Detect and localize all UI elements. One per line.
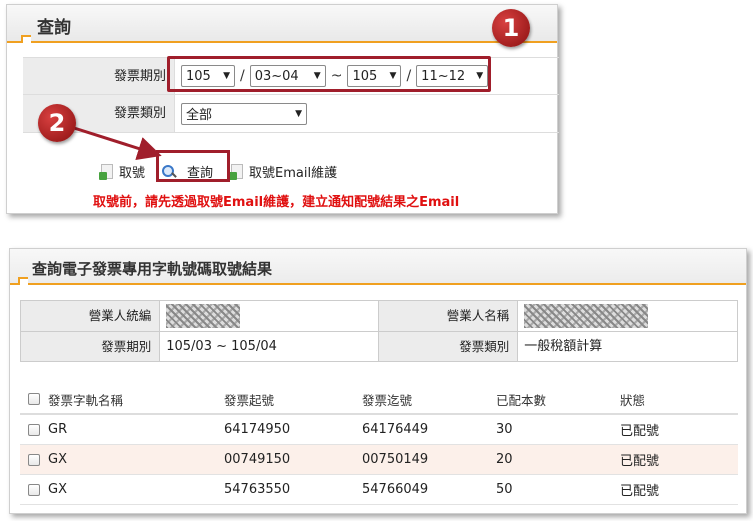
header-tab-decoration (18, 277, 28, 285)
row-checkbox[interactable] (28, 423, 40, 436)
get-number-button[interactable]: 取號 (99, 162, 145, 181)
header-tab-decoration (21, 35, 31, 43)
table-row[interactable]: GX 54763550 54766049 50 已配號 (20, 475, 738, 505)
type-controls: 全部 ▼ (175, 95, 559, 132)
end-number-cell: 54766049 (362, 482, 429, 497)
chevron-down-icon: ▼ (295, 108, 302, 119)
count-cell: 20 (496, 452, 513, 467)
query-panel-header: 查詢 (7, 5, 557, 43)
result-panel-header: 查詢電子發票專用字軌號碼取號結果 (10, 249, 746, 285)
column-header: 狀態 (620, 392, 646, 408)
email-maintain-label: 取號Email維護 (249, 166, 338, 181)
row-checkbox[interactable] (28, 483, 40, 496)
select-all-checkbox[interactable] (28, 393, 40, 405)
column-header: 發票迄號 (362, 392, 413, 408)
table-row[interactable]: GX 00749150 00750149 20 已配號 (20, 445, 738, 475)
query-highlight-box (156, 150, 230, 182)
info-row-company: 營業人統編 營業人名稱 (21, 301, 737, 331)
warning-message: 取號前，請先透過取號Email維護，建立通知配號結果之Email (93, 195, 460, 210)
info-row-period: 發票期別 105/03 ~ 105/04 發票類別 一般稅額計算 (21, 331, 737, 361)
table-row[interactable]: GR 64174950 64176449 30 已配號 (20, 415, 738, 445)
redacted-company-id (166, 304, 241, 328)
end-number-cell: 64176449 (362, 422, 429, 437)
start-number-cell: 00749150 (224, 452, 291, 467)
step-badge-2: 2 (38, 104, 76, 142)
count-cell: 30 (496, 422, 513, 437)
end-number-cell: 00750149 (362, 452, 429, 467)
company-name-value (518, 301, 737, 331)
table-header-row: 發票字軌名稱 發票起號 發票迄號 已配本數 狀態 (20, 385, 738, 415)
email-maintain-button[interactable]: 取號Email維護 (229, 162, 337, 181)
result-panel: 查詢電子發票專用字軌號碼取號結果 營業人統編 營業人名稱 發票期別 105/03… (9, 248, 747, 514)
track-name-cell: GX (48, 452, 67, 467)
type-row: 發票類別 全部 ▼ (23, 95, 559, 133)
invoice-type-value: 全部 (186, 108, 213, 123)
column-header: 已配本數 (496, 392, 547, 408)
status-cell: 已配號 (620, 454, 660, 469)
period-label: 發票期別 (23, 58, 175, 94)
start-number-cell: 64174950 (224, 422, 291, 437)
status-cell: 已配號 (620, 424, 660, 439)
document-add-icon (99, 163, 113, 180)
company-info-table: 營業人統編 營業人名稱 發票期別 105/03 ~ 105/04 發票類別 一般… (20, 300, 738, 362)
result-table: 發票字軌名稱 發票起號 發票迄號 已配本數 狀態 GR 64174950 641… (20, 385, 738, 505)
row-checkbox[interactable] (28, 453, 40, 466)
start-number-cell: 54763550 (224, 482, 291, 497)
query-panel-title: 查詢 (37, 18, 71, 38)
get-number-label: 取號 (119, 166, 146, 181)
track-name-cell: GR (48, 422, 68, 437)
result-panel-title: 查詢電子發票專用字軌號碼取號結果 (32, 260, 273, 278)
query-panel: 查詢 發票期別 105 ▼ / 03~04 ▼ ~ 105 ▼ / 11~12 … (6, 4, 559, 214)
result-type-value: 一般稅額計算 (524, 339, 603, 354)
document-add-icon (229, 163, 244, 180)
column-header: 發票字軌名稱 (48, 392, 124, 408)
company-id-label: 營業人統編 (21, 301, 161, 331)
status-cell: 已配號 (620, 484, 660, 499)
redacted-company-name (524, 304, 649, 328)
result-period-value: 105/03 ~ 105/04 (160, 332, 379, 361)
column-header: 發票起號 (224, 392, 275, 408)
company-name-label: 營業人名稱 (379, 301, 519, 331)
result-type-label: 發票類別 (379, 332, 519, 361)
step-badge-1: 1 (492, 9, 530, 47)
company-id-value (160, 301, 379, 331)
invoice-type-select[interactable]: 全部 ▼ (181, 102, 307, 125)
period-highlight-box (167, 56, 491, 92)
result-period-label: 發票期別 (21, 332, 161, 361)
track-name-cell: GX (48, 482, 67, 497)
count-cell: 50 (496, 482, 513, 497)
